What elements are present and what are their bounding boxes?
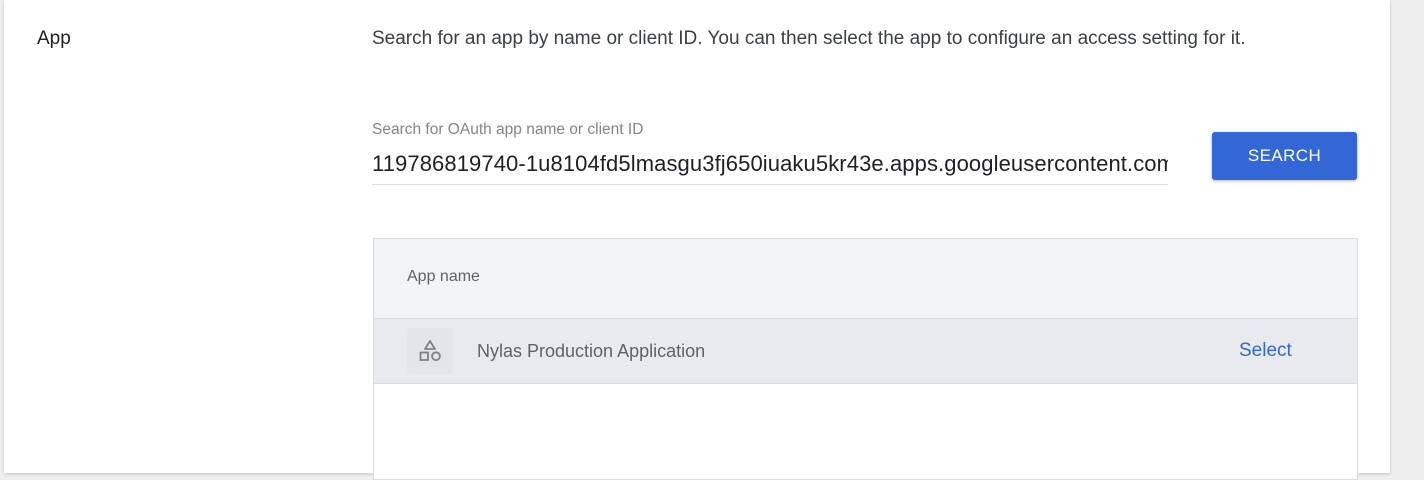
app-name: Nylas Production Application — [477, 341, 706, 361]
search-input[interactable]: 119786819740-1u8104fd5lmasgu3fj650iuaku5… — [372, 151, 1168, 177]
table-header: App name — [374, 239, 1357, 319]
search-button[interactable]: SEARCH — [1212, 132, 1357, 180]
search-label: Search for OAuth app name or client ID — [372, 121, 644, 138]
section-label: App — [37, 28, 71, 49]
app-table: App name Nylas Production Application Se… — [373, 238, 1358, 480]
search-underline — [372, 184, 1168, 185]
search-field[interactable]: Search for OAuth app name or client ID 1… — [372, 118, 1168, 186]
table-row[interactable]: Nylas Production Application Select — [374, 319, 1357, 384]
column-header-app-name: App name — [407, 268, 480, 285]
shapes-icon — [407, 328, 453, 374]
app-settings-card: App Search for an app by name or client … — [4, 0, 1390, 480]
section-description: Search for an app by name or client ID. … — [372, 28, 1246, 49]
select-app-link[interactable]: Select — [1239, 340, 1292, 362]
